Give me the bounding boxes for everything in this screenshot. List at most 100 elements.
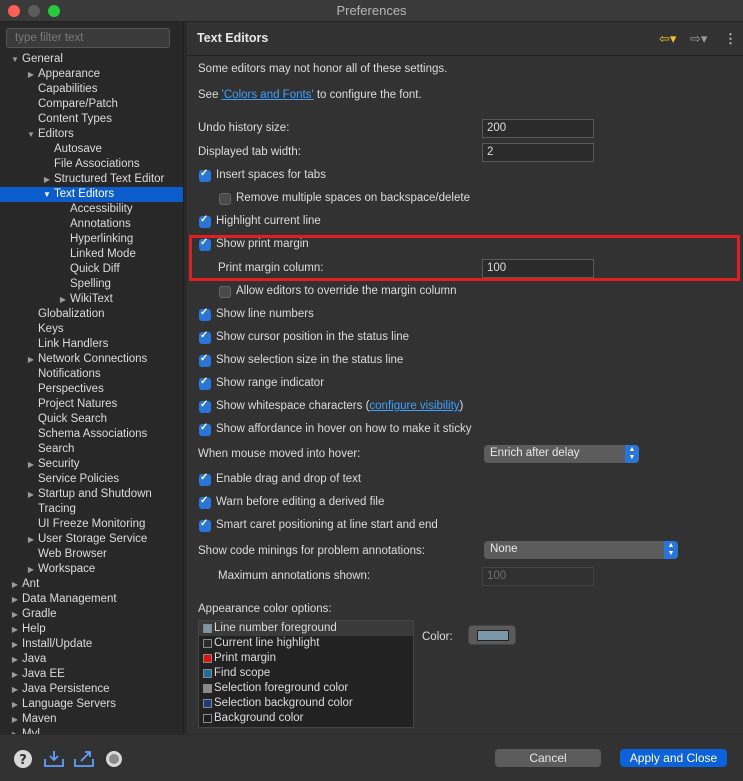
tree-item-network-connections[interactable]: ▶ Network Connections bbox=[0, 352, 183, 367]
tree-item-notifications[interactable]: Notifications bbox=[0, 367, 183, 382]
tree-item-ui-freeze-monitoring[interactable]: UI Freeze Monitoring bbox=[0, 517, 183, 532]
tree-item-help[interactable]: ▶ Help bbox=[0, 622, 183, 637]
collapse-right-icon[interactable]: ▶ bbox=[10, 727, 20, 734]
selection-size-checkbox[interactable] bbox=[199, 353, 211, 367]
color-option-item[interactable]: Selection background color bbox=[199, 696, 413, 711]
tree-item-keys[interactable]: Keys bbox=[0, 322, 183, 337]
tree-item-link-handlers[interactable]: Link Handlers bbox=[0, 337, 183, 352]
tree-item-java-ee[interactable]: ▶ Java EE bbox=[0, 667, 183, 682]
collapse-right-icon[interactable]: ▶ bbox=[10, 607, 20, 622]
expand-down-icon[interactable]: ▼ bbox=[10, 52, 20, 67]
tree-item-install-update[interactable]: ▶ Install/Update bbox=[0, 637, 183, 652]
drag-drop-checkbox[interactable] bbox=[199, 472, 211, 486]
tree-item-compare-patch[interactable]: Compare/Patch bbox=[0, 97, 183, 112]
tree-item-file-associations[interactable]: File Associations bbox=[0, 157, 183, 172]
expand-down-icon[interactable]: ▼ bbox=[42, 187, 52, 202]
print-margin-input[interactable]: 100 bbox=[482, 259, 594, 278]
color-option-item[interactable]: Find scope bbox=[199, 666, 413, 681]
tree-item-project-natures[interactable]: Project Natures bbox=[0, 397, 183, 412]
tree-item-maven[interactable]: ▶ Maven bbox=[0, 712, 183, 727]
color-options-list[interactable]: Line number foreground Current line highl… bbox=[198, 620, 414, 728]
collapse-right-icon[interactable]: ▶ bbox=[10, 667, 20, 682]
color-option-item[interactable]: Line number foreground bbox=[199, 621, 413, 636]
color-option-item[interactable]: Current line highlight bbox=[199, 636, 413, 651]
export-icon[interactable] bbox=[73, 749, 94, 769]
warn-derived-checkbox[interactable] bbox=[199, 495, 211, 509]
tree-item-myl[interactable]: ▶Myl bbox=[0, 727, 183, 734]
cursor-position-checkbox[interactable] bbox=[199, 330, 211, 344]
tree-item-structured-text-editor[interactable]: ▶ Structured Text Editor bbox=[0, 172, 183, 187]
import-icon[interactable] bbox=[43, 749, 64, 769]
tree-item-globalization[interactable]: Globalization bbox=[0, 307, 183, 322]
cancel-button[interactable]: Cancel bbox=[495, 749, 601, 767]
tree-item-user-storage-service[interactable]: ▶ User Storage Service bbox=[0, 532, 183, 547]
tree-item-ant[interactable]: ▶ Ant bbox=[0, 577, 183, 592]
remove-spaces-checkbox[interactable] bbox=[219, 193, 231, 205]
tree-item-linked-mode[interactable]: Linked Mode bbox=[0, 247, 183, 262]
tree-item-autosave[interactable]: Autosave bbox=[0, 142, 183, 157]
tree-item-capabilities[interactable]: Capabilities bbox=[0, 82, 183, 97]
undo-history-input[interactable]: 200 bbox=[482, 119, 594, 138]
tree-item-java[interactable]: ▶ Java bbox=[0, 652, 183, 667]
tree-item-startup-and-shutdown[interactable]: ▶ Startup and Shutdown bbox=[0, 487, 183, 502]
collapse-right-icon[interactable]: ▶ bbox=[26, 487, 36, 502]
tree-item-language-servers[interactable]: ▶ Language Servers bbox=[0, 697, 183, 712]
tree-item-search[interactable]: Search bbox=[0, 442, 183, 457]
color-option-item[interactable]: Selection foreground color bbox=[199, 681, 413, 696]
apply-and-close-button[interactable]: Apply and Close bbox=[620, 749, 727, 767]
tree-item-workspace[interactable]: ▶ Workspace bbox=[0, 562, 183, 577]
color-option-item[interactable]: Background color bbox=[199, 711, 413, 726]
color-picker-button[interactable] bbox=[468, 625, 516, 645]
help-icon[interactable]: ? bbox=[13, 749, 33, 769]
collapse-right-icon[interactable]: ▶ bbox=[26, 562, 36, 577]
tree-item-spelling[interactable]: Spelling bbox=[0, 277, 183, 292]
tree-item-tracing[interactable]: Tracing bbox=[0, 502, 183, 517]
line-numbers-checkbox[interactable] bbox=[199, 307, 211, 321]
filter-input[interactable]: type filter text bbox=[6, 28, 170, 48]
tree-item-text-editors[interactable]: ▼ Text Editors bbox=[0, 187, 183, 202]
whitespace-checkbox[interactable] bbox=[199, 399, 211, 413]
collapse-right-icon[interactable]: ▶ bbox=[10, 592, 20, 607]
tree-item-editors[interactable]: ▼ Editors bbox=[0, 127, 183, 142]
tree-item-perspectives[interactable]: Perspectives bbox=[0, 382, 183, 397]
tree-item-accessibility[interactable]: Accessibility bbox=[0, 202, 183, 217]
collapse-right-icon[interactable]: ▶ bbox=[10, 697, 20, 712]
tree-item-data-management[interactable]: ▶ Data Management bbox=[0, 592, 183, 607]
tree-item-java-persistence[interactable]: ▶ Java Persistence bbox=[0, 682, 183, 697]
insert-spaces-checkbox[interactable] bbox=[199, 168, 211, 182]
color-option-item[interactable]: Print margin bbox=[199, 651, 413, 666]
configure-visibility-link[interactable]: configure visibility bbox=[369, 400, 459, 412]
collapse-right-icon[interactable]: ▶ bbox=[26, 457, 36, 472]
minings-dropdown[interactable]: None ▲ ▼ bbox=[484, 541, 678, 559]
collapse-right-icon[interactable]: ▶ bbox=[42, 172, 52, 187]
collapse-right-icon[interactable]: ▶ bbox=[26, 532, 36, 547]
tree-item-wikitext[interactable]: ▶ WikiText bbox=[0, 292, 183, 307]
collapse-right-icon[interactable]: ▶ bbox=[10, 682, 20, 697]
hover-dropdown[interactable]: Enrich after delay ▲ ▼ bbox=[484, 445, 639, 463]
tree-item-gradle[interactable]: ▶ Gradle bbox=[0, 607, 183, 622]
collapse-right-icon[interactable]: ▶ bbox=[10, 712, 20, 727]
allow-override-checkbox[interactable] bbox=[219, 286, 231, 298]
tree-item-quick-diff[interactable]: Quick Diff bbox=[0, 262, 183, 277]
collapse-right-icon[interactable]: ▶ bbox=[10, 577, 20, 592]
tree-item-annotations[interactable]: Annotations bbox=[0, 217, 183, 232]
forward-arrow-icon[interactable]: ⇨▾ bbox=[690, 31, 707, 47]
collapse-right-icon[interactable]: ▶ bbox=[26, 67, 36, 82]
highlight-line-checkbox[interactable] bbox=[199, 214, 211, 228]
tree-item-general[interactable]: ▼ General bbox=[0, 52, 183, 67]
tree-item-quick-search[interactable]: Quick Search bbox=[0, 412, 183, 427]
smart-caret-checkbox[interactable] bbox=[199, 518, 211, 532]
tree-item-security[interactable]: ▶ Security bbox=[0, 457, 183, 472]
record-icon[interactable] bbox=[104, 749, 124, 769]
expand-down-icon[interactable]: ▼ bbox=[26, 127, 36, 142]
show-print-margin-checkbox[interactable] bbox=[199, 237, 211, 251]
collapse-right-icon[interactable]: ▶ bbox=[10, 652, 20, 667]
collapse-right-icon[interactable]: ▶ bbox=[58, 292, 68, 307]
view-menu-icon[interactable]: ⋮ bbox=[724, 31, 737, 47]
colors-and-fonts-link[interactable]: 'Colors and Fonts' bbox=[222, 89, 314, 101]
tree-item-schema-associations[interactable]: Schema Associations bbox=[0, 427, 183, 442]
range-indicator-checkbox[interactable] bbox=[199, 376, 211, 390]
collapse-right-icon[interactable]: ▶ bbox=[10, 637, 20, 652]
tree-item-hyperlinking[interactable]: Hyperlinking bbox=[0, 232, 183, 247]
tree-item-appearance[interactable]: ▶ Appearance bbox=[0, 67, 183, 82]
